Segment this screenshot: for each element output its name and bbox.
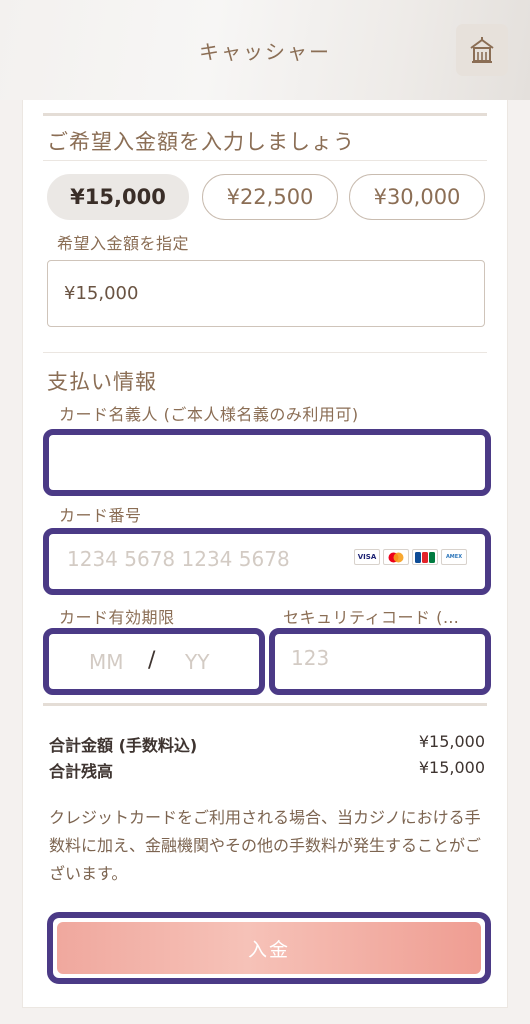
divider	[43, 703, 487, 706]
visa-icon: VISA	[354, 549, 380, 565]
expiry-input[interactable]: MM / YY	[43, 628, 265, 695]
deposit-button-label: 入金	[247, 938, 290, 961]
amount-option-15000[interactable]: ¥15,000	[47, 174, 189, 220]
custom-amount-input[interactable]: ¥15,000	[47, 260, 485, 327]
amount-option-30000[interactable]: ¥30,000	[349, 174, 485, 220]
divider	[43, 352, 487, 353]
header-bar: キャッシャー	[0, 0, 530, 100]
jcb-icon	[412, 549, 438, 565]
card-number-placeholder: 1234 5678 1234 5678	[67, 547, 290, 571]
card-number-label: カード番号	[59, 506, 142, 525]
amount-section-title: ご希望入金額を入力しましょう	[47, 130, 355, 154]
balance-value: ¥15,000	[418, 758, 485, 777]
payment-section-title: 支払い情報	[47, 370, 157, 394]
page-title: キャッシャー	[199, 40, 331, 64]
custom-amount-value: ¥15,000	[64, 283, 139, 304]
deposit-button[interactable]: 入金	[57, 922, 481, 974]
divider	[43, 160, 487, 161]
cvc-input[interactable]: 123	[269, 628, 491, 695]
expiry-month-placeholder: MM	[89, 650, 124, 674]
expiry-year-placeholder: YY	[185, 650, 210, 674]
card-number-input[interactable]: 1234 5678 1234 5678 VISA AMEX	[43, 528, 491, 595]
total-value: ¥15,000	[418, 732, 485, 751]
amount-option-label: ¥15,000	[70, 185, 166, 209]
cashier-card: ご希望入金額を入力しましょう ¥15,000 ¥22,500 ¥30,000 希…	[22, 100, 508, 1008]
expiry-separator: /	[148, 648, 156, 673]
cvc-placeholder: 123	[291, 646, 330, 670]
amount-option-label: ¥22,500	[226, 185, 314, 209]
amount-option-label: ¥30,000	[373, 185, 461, 209]
balance-label: 合計残高	[49, 762, 114, 781]
home-icon	[470, 37, 494, 63]
mastercard-icon	[383, 549, 409, 565]
fee-notice: クレジットカードをご利用される場合、当カジノにおける手数料に加え、金融機関やその…	[49, 808, 482, 883]
home-button[interactable]	[456, 24, 508, 76]
card-holder-input[interactable]	[43, 429, 491, 496]
card-holder-label: カード名義人 (ご本人様名義のみ利用可)	[59, 405, 359, 424]
custom-amount-label: 希望入金額を指定	[57, 234, 190, 253]
deposit-button-frame: 入金	[47, 912, 491, 984]
card-brand-logos: VISA AMEX	[354, 549, 467, 565]
summary-total-row: 合計金額 (手数料込) ¥15,000	[49, 732, 485, 756]
total-label: 合計金額 (手数料込)	[49, 736, 198, 755]
divider	[43, 113, 487, 116]
expiry-label: カード有効期限	[59, 608, 175, 627]
cvc-label: セキュリティコード (…	[283, 608, 460, 627]
summary-balance-row: 合計残高 ¥15,000	[49, 758, 485, 782]
amount-option-22500[interactable]: ¥22,500	[202, 174, 338, 220]
amex-icon: AMEX	[441, 549, 467, 565]
